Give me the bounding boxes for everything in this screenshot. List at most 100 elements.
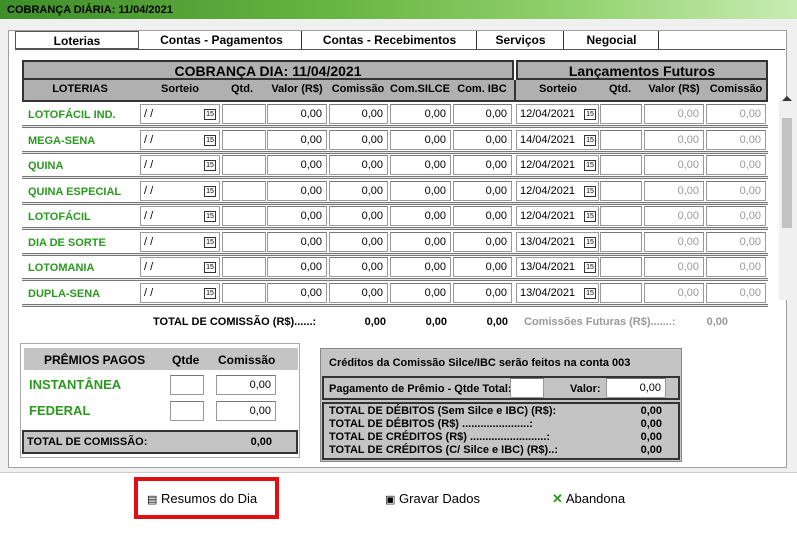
qtd-input[interactable] <box>222 231 266 252</box>
qtd-input[interactable] <box>222 257 266 277</box>
vertical-scrollbar[interactable] <box>779 96 795 300</box>
future-valor-input[interactable]: 0,00 <box>644 206 704 226</box>
future-comissao-input[interactable]: 0,00 <box>706 129 766 150</box>
future-valor-input[interactable]: 0,00 <box>644 231 704 252</box>
federal-qtde[interactable] <box>170 401 204 421</box>
qtd-input[interactable] <box>222 104 266 124</box>
calendar-icon[interactable]: 15 <box>204 109 216 120</box>
silce-input[interactable]: 0,00 <box>390 104 451 124</box>
future-comissao-input[interactable]: 0,00 <box>706 104 766 124</box>
silce-input[interactable]: 0,00 <box>390 155 451 175</box>
future-comissao-input[interactable]: 0,00 <box>706 180 766 201</box>
comissao-input[interactable]: 0,00 <box>329 206 388 226</box>
comissao-input[interactable]: 0,00 <box>329 231 388 252</box>
calendar-icon[interactable]: 15 <box>584 211 596 222</box>
future-valor-input[interactable]: 0,00 <box>644 257 704 277</box>
future-comissao-input[interactable]: 0,00 <box>706 155 766 175</box>
ibc-input[interactable]: 0,00 <box>453 129 512 150</box>
tab-negocial[interactable]: Negocial <box>565 31 659 49</box>
instantanea-qtde[interactable] <box>170 375 204 395</box>
silce-input[interactable]: 0,00 <box>390 129 451 150</box>
future-comissao-input[interactable]: 0,00 <box>706 231 766 252</box>
calendar-icon[interactable]: 15 <box>204 185 216 197</box>
valor-input[interactable]: 0,00 <box>267 104 327 124</box>
calendar-icon[interactable]: 15 <box>584 160 596 171</box>
calendar-icon[interactable]: 15 <box>204 211 216 222</box>
calendar-icon[interactable]: 15 <box>584 287 596 299</box>
future-qtd-input[interactable] <box>600 206 642 226</box>
calendar-icon[interactable]: 15 <box>204 160 216 171</box>
tab-contas-recebimentos[interactable]: Contas - Recebimentos <box>303 31 477 49</box>
calendar-icon[interactable]: 15 <box>584 109 596 120</box>
sorteio-input[interactable]: / / 15 <box>140 155 220 175</box>
scroll-thumb[interactable] <box>782 118 792 228</box>
ibc-input[interactable]: 0,00 <box>453 206 512 226</box>
comissao-input[interactable]: 0,00 <box>329 129 388 150</box>
future-qtd-input[interactable] <box>600 129 642 150</box>
calendar-icon[interactable]: 15 <box>204 236 216 248</box>
future-qtd-input[interactable] <box>600 231 642 252</box>
abandona-button[interactable]: ✕ Abandona <box>552 491 625 507</box>
valor-input[interactable]: 0,00 <box>267 257 327 277</box>
future-date-input[interactable]: 12/04/2021 15 <box>516 104 599 124</box>
federal-comissao[interactable]: 0,00 <box>216 401 276 421</box>
future-date-input[interactable]: 13/04/2021 15 <box>516 257 599 277</box>
qtd-input[interactable] <box>222 282 266 303</box>
silce-input[interactable]: 0,00 <box>390 282 451 303</box>
sorteio-input[interactable]: / / 15 <box>140 206 220 226</box>
tab-loterias[interactable]: Loterias <box>15 31 139 49</box>
future-qtd-input[interactable] <box>600 180 642 201</box>
qtd-input[interactable] <box>222 155 266 175</box>
valor-input[interactable]: 0,00 <box>267 155 327 175</box>
ibc-input[interactable]: 0,00 <box>453 155 512 175</box>
silce-input[interactable]: 0,00 <box>390 206 451 226</box>
comissao-input[interactable]: 0,00 <box>329 282 388 303</box>
calendar-icon[interactable]: 15 <box>584 134 596 146</box>
silce-input[interactable]: 0,00 <box>390 180 451 201</box>
tab-servicos[interactable]: Serviços <box>478 31 564 49</box>
future-qtd-input[interactable] <box>600 104 642 124</box>
future-valor-input[interactable]: 0,00 <box>644 180 704 201</box>
comissao-input[interactable]: 0,00 <box>329 257 388 277</box>
valor-input[interactable]: 0,00 <box>267 180 327 201</box>
comissao-input[interactable]: 0,00 <box>329 104 388 124</box>
future-date-input[interactable]: 12/04/2021 15 <box>516 180 599 201</box>
instantanea-comissao[interactable]: 0,00 <box>216 375 276 395</box>
future-qtd-input[interactable] <box>600 282 642 303</box>
valor-input[interactable]: 0,00 <box>267 206 327 226</box>
comissao-input[interactable]: 0,00 <box>329 155 388 175</box>
valor-input[interactable]: 0,00 <box>267 282 327 303</box>
future-comissao-input[interactable]: 0,00 <box>706 257 766 277</box>
comissao-input[interactable]: 0,00 <box>329 180 388 201</box>
sorteio-input[interactable]: / / 15 <box>140 282 220 303</box>
valor-input[interactable]: 0,00 <box>267 231 327 252</box>
pagamento-valor[interactable]: 0,00 <box>606 378 666 398</box>
silce-input[interactable]: 0,00 <box>390 257 451 277</box>
future-date-input[interactable]: 14/04/2021 15 <box>516 129 599 150</box>
calendar-icon[interactable]: 15 <box>584 236 596 248</box>
pagamento-qtde[interactable] <box>510 378 544 398</box>
ibc-input[interactable]: 0,00 <box>453 180 512 201</box>
sorteio-input[interactable]: / / 15 <box>140 104 220 124</box>
valor-input[interactable]: 0,00 <box>267 129 327 150</box>
calendar-icon[interactable]: 15 <box>584 262 596 273</box>
future-valor-input[interactable]: 0,00 <box>644 282 704 303</box>
gravar-button[interactable]: ▣ Gravar Dados <box>385 491 480 506</box>
calendar-icon[interactable]: 15 <box>204 287 216 299</box>
calendar-icon[interactable]: 15 <box>204 134 216 146</box>
future-date-input[interactable]: 12/04/2021 15 <box>516 155 599 175</box>
silce-input[interactable]: 0,00 <box>390 231 451 252</box>
ibc-input[interactable]: 0,00 <box>453 231 512 252</box>
sorteio-input[interactable]: / / 15 <box>140 129 220 150</box>
sorteio-input[interactable]: / / 15 <box>140 231 220 252</box>
qtd-input[interactable] <box>222 206 266 226</box>
ibc-input[interactable]: 0,00 <box>453 282 512 303</box>
resumos-button[interactable]: ▤ Resumos do Dia <box>147 491 257 506</box>
sorteio-input[interactable]: / / 15 <box>140 257 220 277</box>
qtd-input[interactable] <box>222 129 266 150</box>
qtd-input[interactable] <box>222 180 266 201</box>
future-comissao-input[interactable]: 0,00 <box>706 282 766 303</box>
future-date-input[interactable]: 13/04/2021 15 <box>516 231 599 252</box>
sorteio-input[interactable]: / / 15 <box>140 180 220 201</box>
future-date-input[interactable]: 12/04/2021 15 <box>516 206 599 226</box>
